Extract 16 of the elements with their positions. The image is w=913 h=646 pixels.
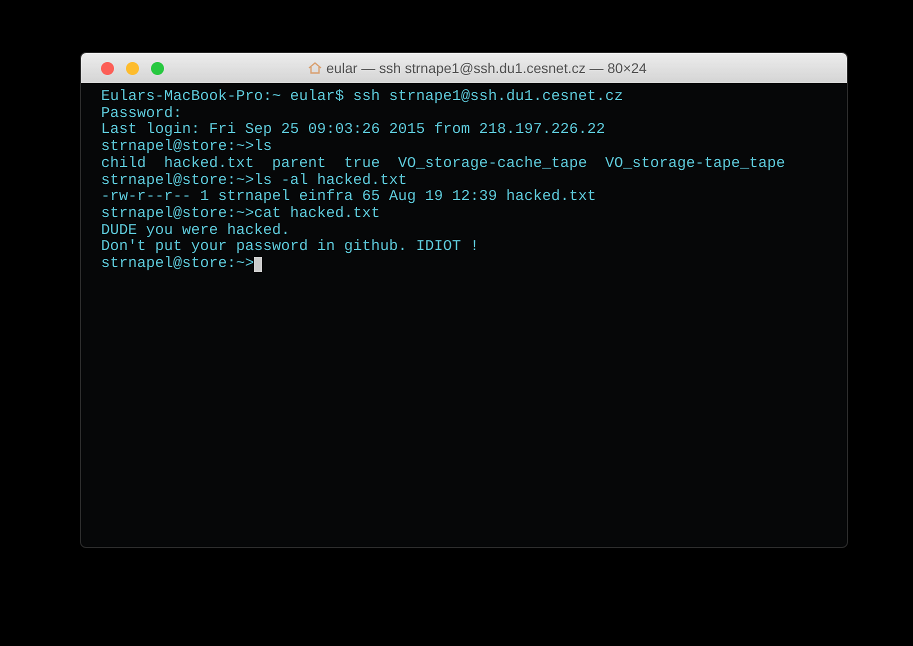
- terminal-line: Don't put your password in github. IDIOT !: [101, 239, 480, 256]
- terminal-line: -rw-r--r-- 1 strnapel einfra 65 Aug 19 12:39 hacked.txt: [101, 189, 596, 206]
- window-title: eular — ssh strnape1@ssh.du1.cesnet.cz — 80×24: [326, 58, 647, 78]
- home-icon: [308, 62, 322, 74]
- terminal-line: Last login: Fri Sep 25 09:03:26 2015 from 218.197.226.22: [101, 122, 606, 139]
- terminal-line: strnapel@store:~>: [101, 256, 254, 273]
- terminal-line: strnapel@store:~>cat hacked.txt: [101, 206, 380, 223]
- zoom-button[interactable]: [151, 62, 164, 74]
- terminal-line: Eulars-MacBook-Pro:~ eular$ ssh strnape1@ssh.du1.cesnet.cz: [101, 89, 624, 106]
- terminal-line: DUDE you were hacked.: [101, 222, 290, 239]
- terminal-line: child hacked.txt parent true VO_storage-cache_tape VO_storage-tape_tape: [101, 156, 786, 173]
- terminal-line: strnapel@store:~>ls: [101, 139, 272, 156]
- minimize-button[interactable]: [126, 62, 139, 74]
- terminal-line: Password:: [101, 106, 182, 122]
- terminal-line: strnapel@store:~>ls -al hacked.txt: [101, 172, 408, 189]
- close-button[interactable]: [101, 62, 114, 74]
